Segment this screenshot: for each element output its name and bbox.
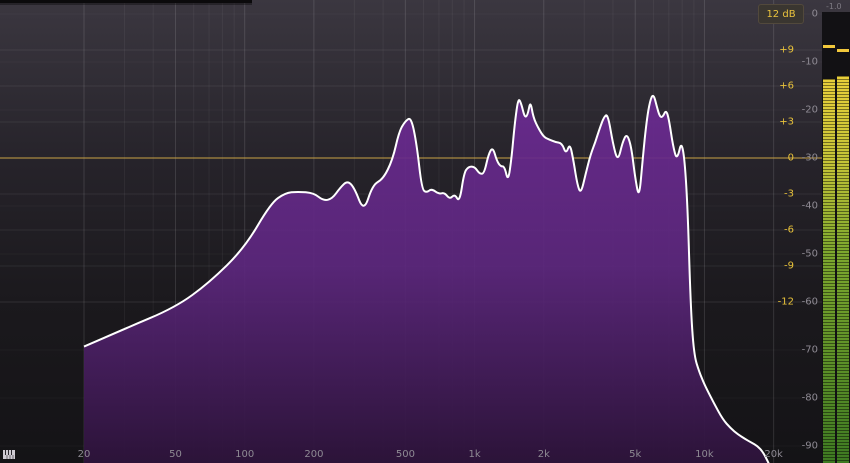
db-label: -20	[801, 104, 818, 116]
gain-label: +6	[779, 80, 794, 92]
meter-peak-readout: -1.0	[826, 2, 842, 11]
db-label: -70	[801, 344, 818, 356]
range-button[interactable]: 12 dB	[758, 4, 804, 24]
db-label: -50	[801, 248, 818, 260]
gain-label: -9	[784, 260, 794, 272]
gain-label: -12	[777, 296, 794, 308]
title-bar-shadow	[0, 3, 252, 5]
freq-label: 1k	[468, 449, 481, 460]
db-label: -40	[801, 200, 818, 212]
db-label: -10	[801, 56, 818, 68]
spectrum-fill	[84, 95, 774, 463]
freq-label: 20k	[764, 449, 783, 460]
spectrum-display	[0, 0, 822, 463]
freq-label: 5k	[629, 449, 642, 460]
freq-label: 10k	[695, 449, 714, 460]
freq-label: 200	[304, 449, 324, 460]
freq-label: 50	[169, 449, 182, 460]
gain-label: +3	[779, 116, 794, 128]
piano-icon[interactable]	[3, 449, 15, 459]
peak-hold-left	[823, 45, 835, 49]
freq-label: 20	[77, 449, 91, 460]
level-meter-left	[823, 78, 835, 463]
spectrum-analyzer: 20 50 100 200 500 1k 2k 5k 10k 20k +9 +6 +3 0 -3 -6 -9-…	[0, 0, 850, 463]
freq-label: 500	[395, 449, 415, 460]
gain-label: -6	[784, 224, 794, 236]
db-label: -60	[801, 296, 818, 308]
gain-label: -3	[784, 188, 794, 200]
db-label: -90	[801, 440, 818, 452]
db-label: -30	[801, 152, 818, 164]
db-label: -80	[801, 392, 818, 404]
freq-label: 2k	[537, 449, 550, 460]
freq-label: 100	[235, 449, 255, 460]
level-meter-right	[837, 76, 849, 463]
gain-label: +9	[779, 44, 794, 56]
peak-hold-right	[837, 49, 849, 52]
gain-label: 0	[787, 152, 794, 164]
